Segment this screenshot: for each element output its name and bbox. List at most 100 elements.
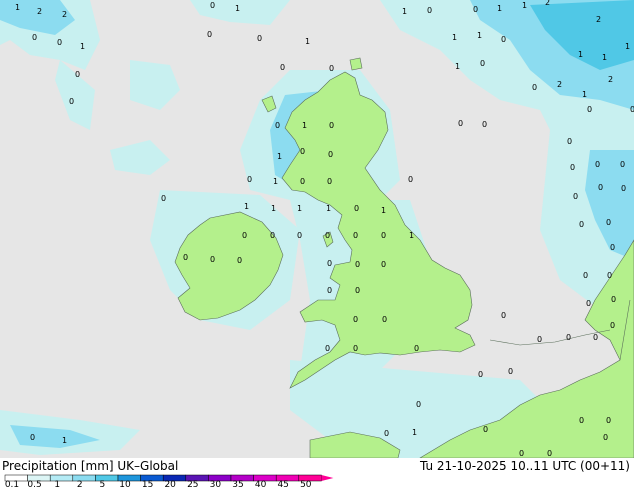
legend-bar: Precipitation [mm] UK–Global Tu 21-10-20…	[0, 458, 634, 490]
scale-tick-label: 45	[277, 480, 289, 490]
precip-value-label: 0	[381, 231, 387, 240]
precip-value-label: 1	[273, 177, 279, 186]
precip-value-label: 0	[75, 70, 81, 79]
precip-value-label: 0	[482, 120, 488, 129]
precip-value-label: 0	[408, 175, 414, 184]
precip-value-label: 0	[603, 433, 609, 442]
precip-value-label: 0	[69, 97, 75, 106]
precip-value-label: 0	[587, 105, 593, 114]
precip-value-label: 1	[244, 202, 250, 211]
scale-tick-label: 50	[300, 480, 312, 490]
precip-value-label: 0	[427, 6, 433, 15]
precip-value-label: 0	[237, 256, 243, 265]
precip-value-label: 0	[275, 121, 281, 130]
scale-tick-label: 20	[164, 480, 176, 490]
precip-value-label: 1	[625, 42, 631, 51]
precip-value-label: 0	[242, 231, 248, 240]
precip-value-label: 1	[305, 37, 311, 46]
precip-value-label: 0	[570, 163, 576, 172]
precip-value-label: 0	[57, 38, 63, 47]
precip-value-label: 0	[353, 344, 359, 353]
scale-tick-label: 10	[119, 480, 131, 490]
precip-value-label: 2	[37, 7, 43, 16]
precip-value-label: 0	[566, 333, 572, 342]
precip-value-label: 0	[297, 231, 303, 240]
precip-value-label: 0	[247, 175, 253, 184]
precip-value-label: 1	[80, 42, 86, 51]
precipitation-map: 1 2 2 0 1 1 0 0 1 1 2 2 0 0 1 0 0 1 1 1 0 1 1 1 1 0 0 0 0 0 2 1 2 0 0 0 0 1 0 0…	[0, 0, 634, 458]
precip-value-label: 0	[606, 218, 612, 227]
precip-value-label: 0	[414, 344, 420, 353]
precip-value-label: 0	[630, 105, 634, 114]
precip-value-label: 0	[353, 315, 359, 324]
precip-value-label: 0	[501, 35, 507, 44]
precip-value-label: 0	[327, 177, 333, 186]
precip-value-label: 0	[480, 59, 486, 68]
scale-tick-label: 30	[209, 480, 222, 490]
precip-value-label: 0	[327, 286, 333, 295]
scale-tick-label: 1	[54, 480, 61, 490]
precip-value-label: 0	[547, 449, 553, 458]
precip-value-label: 0	[210, 255, 216, 264]
precip-value-label: 0	[355, 260, 361, 269]
precip-value-label: 1	[522, 1, 528, 10]
precip-value-label: 0	[325, 344, 331, 353]
precip-value-label: 1	[477, 31, 483, 40]
precip-value-label: 2	[545, 0, 551, 7]
precip-value-label: 1	[452, 33, 458, 42]
precip-value-label: 0	[611, 295, 617, 304]
precip-value-label: 0	[586, 299, 592, 308]
precip-value-label: 1	[409, 231, 415, 240]
color-scale	[4, 474, 334, 482]
precip-value-label: 0	[595, 160, 601, 169]
precip-value-label: 0	[508, 367, 514, 376]
precip-value-label: 0	[621, 184, 627, 193]
precip-value-label: 0	[328, 150, 334, 159]
scale-arrow	[321, 475, 334, 481]
precip-value-label: 0	[478, 370, 484, 379]
precip-value-label: 1	[402, 7, 408, 16]
precip-value-label: 0	[606, 416, 612, 425]
precip-value-label: 2	[62, 10, 68, 19]
precip-value-label: 0	[353, 231, 359, 240]
precip-value-label: 0	[355, 286, 361, 295]
precip-value-label: 0	[329, 121, 335, 130]
scale-tick-label: 15	[141, 480, 154, 490]
land-orkney	[349, 57, 363, 71]
precip-value-label: 0	[567, 137, 573, 146]
map-canvas	[0, 0, 634, 458]
precip-value-label: 0	[579, 416, 585, 425]
precip-value-label: 2	[608, 75, 614, 84]
precip-value-label: 0	[501, 311, 507, 320]
precip-value-label: 1	[578, 50, 584, 59]
precip-value-label: 0	[620, 160, 626, 169]
precip-value-label: 0	[579, 220, 585, 229]
precip-value-label: 0	[384, 429, 390, 438]
precip-value-label: 0	[161, 194, 167, 203]
scale-tick-label: 40	[254, 480, 267, 490]
precip-value-label: 1	[497, 4, 503, 13]
precip-value-label: 1	[602, 53, 608, 62]
precip-value-label: 1	[297, 204, 303, 213]
scale-tick-label: 0.1	[4, 480, 20, 490]
scale-tick-label: 5	[99, 480, 106, 490]
precip-value-label: 0	[329, 64, 335, 73]
precip-value-label: 0	[598, 183, 604, 192]
precip-value-label: 1	[15, 3, 21, 12]
precip-value-label: 1	[277, 152, 283, 161]
precip-value-label: 0	[183, 253, 189, 262]
precip-value-label: 0	[537, 335, 543, 344]
precip-value-label: 0	[30, 433, 36, 442]
precip-value-label: 0	[458, 119, 464, 128]
precip-value-label: 0	[610, 243, 616, 252]
precip-value-label: 0	[519, 449, 525, 458]
precip-value-label: 0	[573, 192, 579, 201]
precip-value-label: 0	[300, 177, 306, 186]
precip-value-label: 0	[607, 271, 613, 280]
precip-value-label: 1	[326, 204, 332, 213]
scale-tick-label: 0.5	[27, 480, 42, 490]
precip-value-label: 0	[270, 231, 276, 240]
precip-value-label: 1	[271, 204, 277, 213]
scale-tick-label: 35	[232, 480, 244, 490]
precip-value-label: 0	[300, 147, 306, 156]
